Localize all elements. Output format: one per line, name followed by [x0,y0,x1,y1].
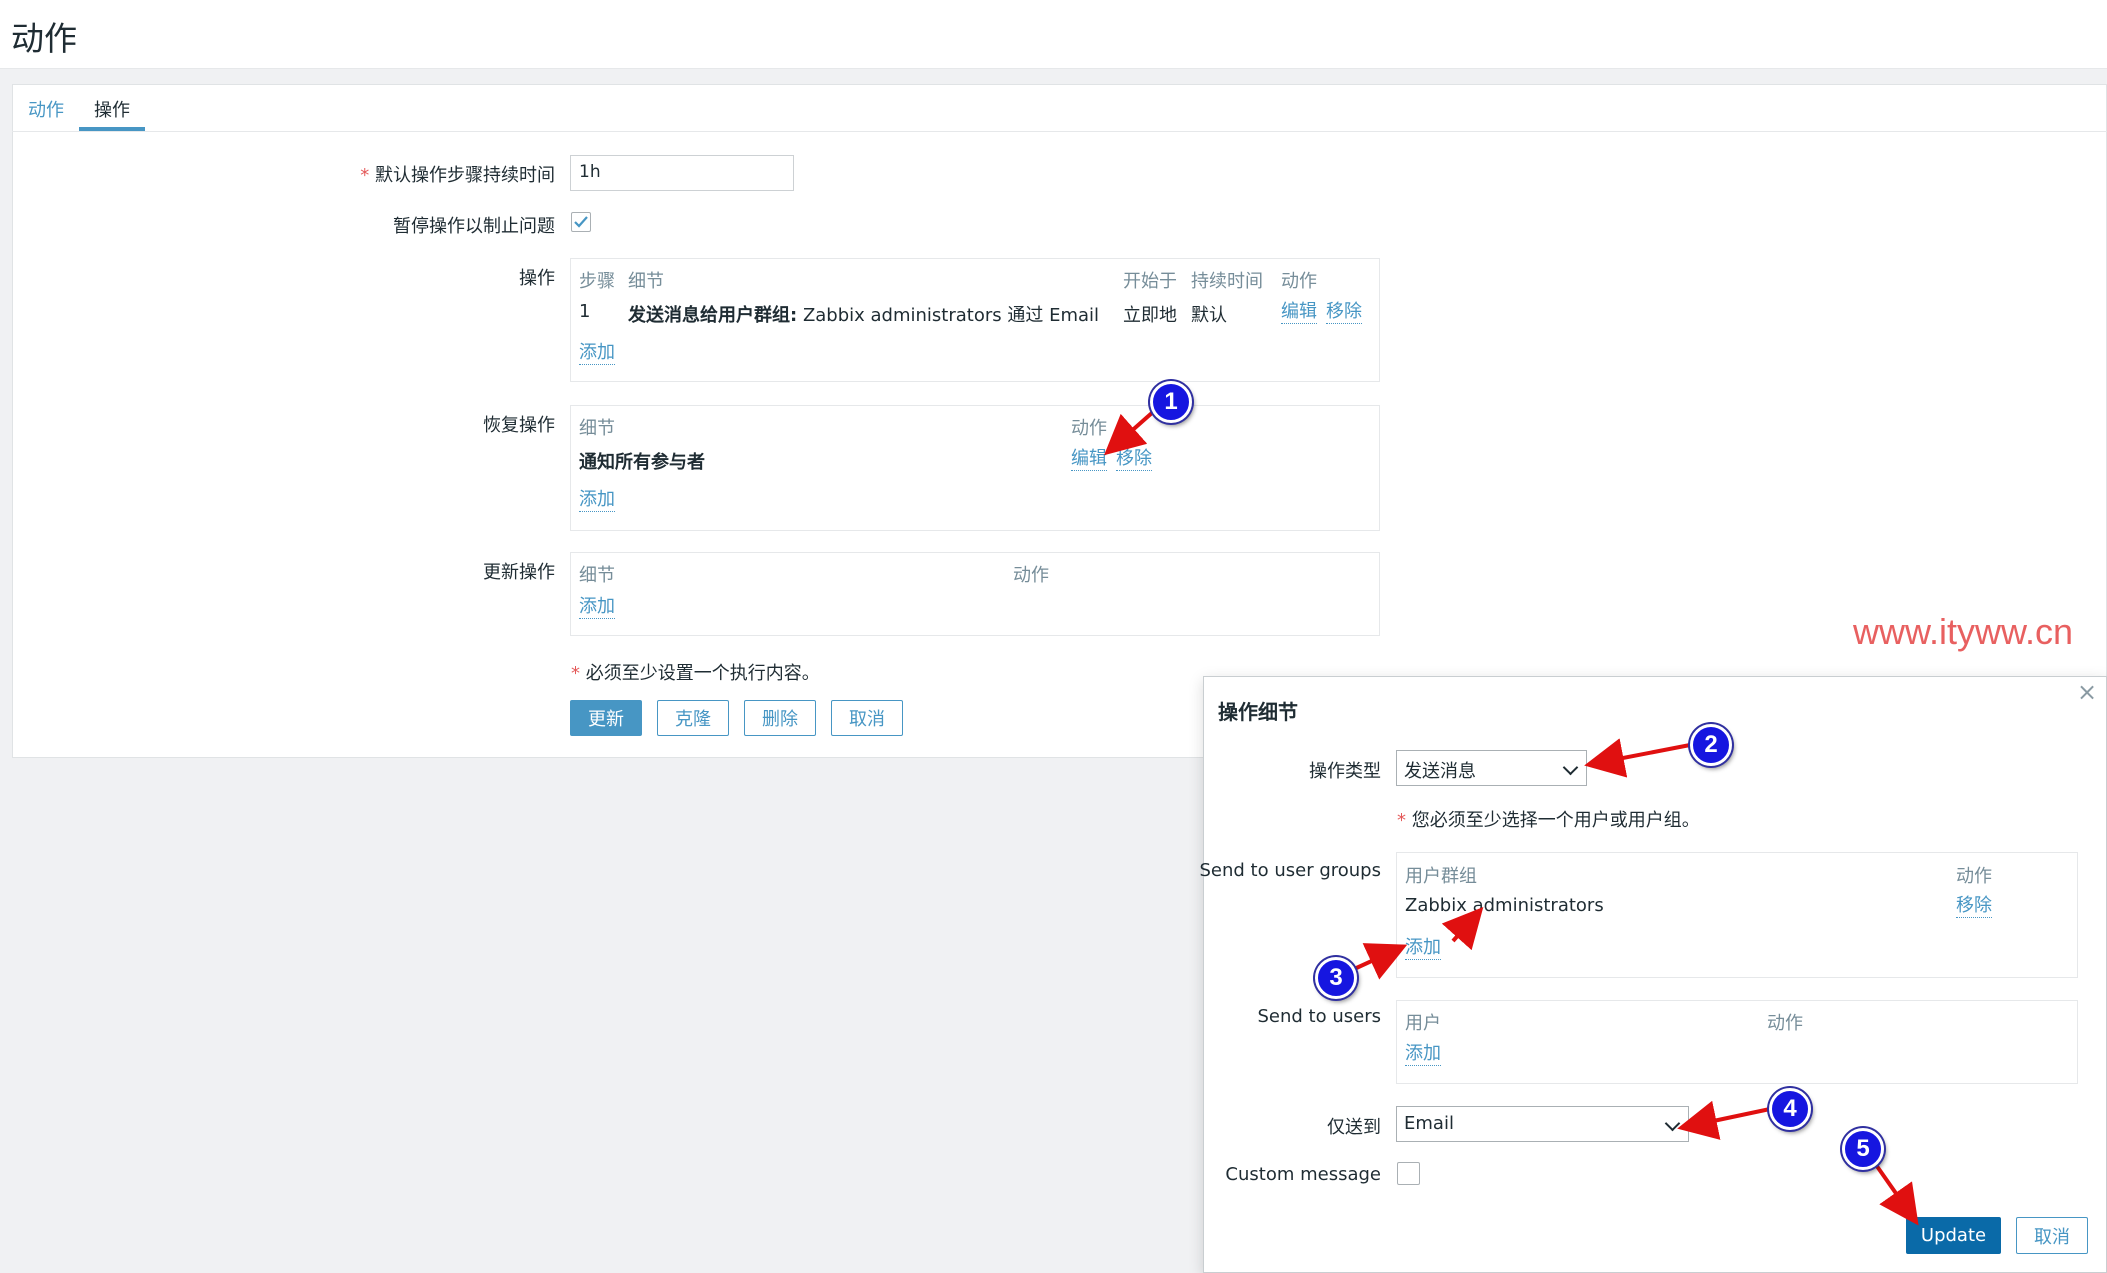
step-badge-1: 1 [1150,381,1192,423]
step-badge-4: 4 [1769,1088,1811,1130]
annotation-arrows [1104,410,1919,1226]
arrow-1 [1104,410,1155,456]
arrow-4 [1677,1100,1771,1140]
arrow-3a [1351,943,1408,980]
arrow-2 [1584,738,1691,778]
arrow-3b [1441,907,1484,951]
step-badge-3: 3 [1315,957,1357,999]
step-badge-5: 5 [1842,1128,1884,1170]
arrow-5 [1872,1160,1919,1226]
step-badge-2: 2 [1690,724,1732,766]
